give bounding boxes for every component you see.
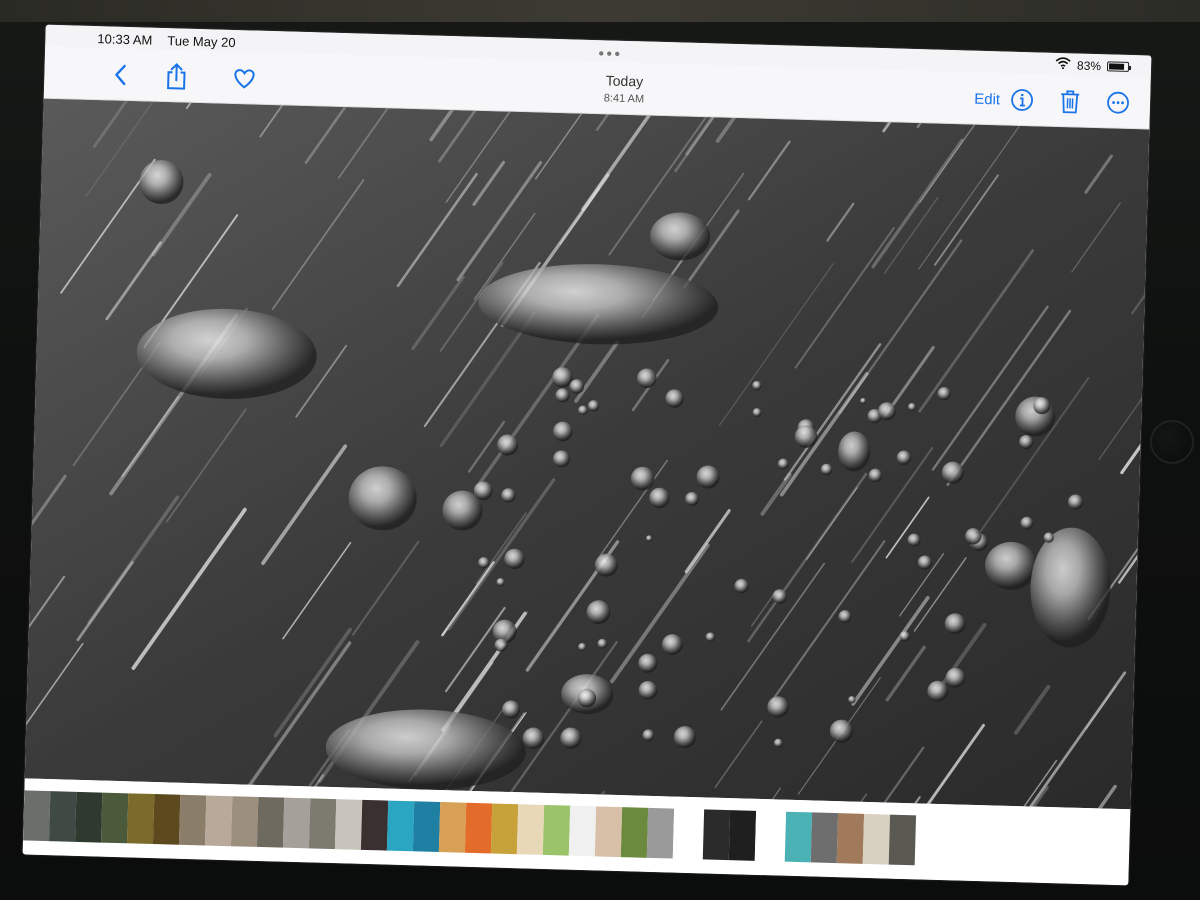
thumbnail[interactable] — [862, 813, 891, 865]
more-button[interactable] — [1102, 86, 1135, 119]
thumbnail[interactable] — [126, 793, 155, 845]
multitasking-dots-icon[interactable]: ●●● — [595, 48, 625, 60]
status-right: 83% — [1055, 57, 1130, 74]
thumbnail[interactable] — [230, 796, 259, 847]
grain-streak — [1134, 592, 1150, 741]
edit-button[interactable]: Edit — [974, 91, 1000, 109]
thumbnail[interactable] — [542, 804, 571, 856]
thumbnail-row — [23, 790, 917, 866]
nav-title: Today — [605, 72, 644, 90]
delete-button[interactable] — [1054, 85, 1087, 118]
status-date: Tue May 20 — [167, 33, 236, 51]
thumbnail[interactable] — [438, 802, 467, 853]
thumbnail[interactable] — [386, 800, 415, 852]
thumbnail[interactable] — [516, 804, 545, 855]
grain-streak — [24, 454, 29, 624]
thumbnail[interactable] — [152, 794, 181, 845]
share-button[interactable] — [160, 60, 193, 93]
status-time: 10:33 AM — [97, 31, 153, 48]
desk-background — [0, 0, 1200, 22]
grain-streak — [24, 303, 34, 482]
water-droplets-photo — [24, 98, 1150, 810]
trash-icon — [1061, 90, 1080, 114]
info-button[interactable] — [1006, 84, 1039, 117]
grain-streak — [24, 98, 36, 142]
thumbnail[interactable] — [620, 807, 649, 858]
thumbnail[interactable] — [568, 805, 597, 857]
ellipsis-icon — [1107, 91, 1129, 114]
device-bezel: 10:33 AM Tue May 20 ●●● 83% Today 8:41 A… — [0, 0, 1200, 900]
thumbnail[interactable] — [810, 812, 839, 864]
thumbnail[interactable] — [646, 807, 675, 859]
thumbnail[interactable] — [334, 799, 363, 850]
thumbnail[interactable] — [836, 813, 865, 864]
battery-percent: 83% — [1076, 58, 1102, 73]
thumbnail[interactable] — [49, 791, 77, 842]
screen: 10:33 AM Tue May 20 ●●● 83% Today 8:41 A… — [22, 24, 1152, 886]
grain-streak — [24, 130, 34, 287]
chevron-left-icon — [115, 64, 126, 86]
thumbnail[interactable] — [490, 803, 519, 855]
thumbnail[interactable] — [282, 797, 311, 849]
photo-viewer[interactable] — [24, 98, 1150, 810]
thumbnail[interactable] — [360, 799, 389, 851]
thumbnail[interactable] — [178, 794, 207, 846]
share-icon — [167, 62, 186, 90]
grain-streak — [24, 98, 43, 195]
thumbnail — [754, 810, 787, 862]
home-button[interactable] — [1150, 420, 1194, 464]
thumbnail[interactable] — [308, 798, 337, 850]
thumbnail[interactable] — [888, 814, 917, 866]
thumbnail[interactable] — [784, 811, 813, 863]
back-button[interactable] — [104, 58, 137, 91]
thumbnail[interactable] — [594, 806, 623, 858]
thumbnail[interactable] — [74, 791, 103, 843]
wifi-icon — [1055, 57, 1071, 72]
thumbnail[interactable] — [412, 801, 441, 853]
thumbnail — [672, 808, 705, 860]
thumbnail[interactable] — [702, 809, 731, 861]
favorite-button[interactable] — [228, 62, 261, 95]
thumbnail[interactable] — [464, 802, 493, 854]
grain-streak — [24, 265, 34, 333]
thumbnail[interactable] — [100, 792, 129, 844]
thumbnail[interactable] — [256, 796, 285, 848]
battery-fill — [1108, 62, 1125, 70]
thumbnail[interactable] — [728, 810, 757, 861]
battery-icon — [1106, 60, 1130, 72]
grain-streak — [24, 165, 41, 341]
thumbnail[interactable] — [23, 790, 51, 842]
thumbnail[interactable] — [204, 795, 233, 847]
grain-streak — [24, 364, 34, 480]
nav-subtitle: 8:41 AM — [603, 92, 645, 106]
info-icon — [1011, 89, 1033, 111]
heart-icon — [234, 69, 255, 89]
